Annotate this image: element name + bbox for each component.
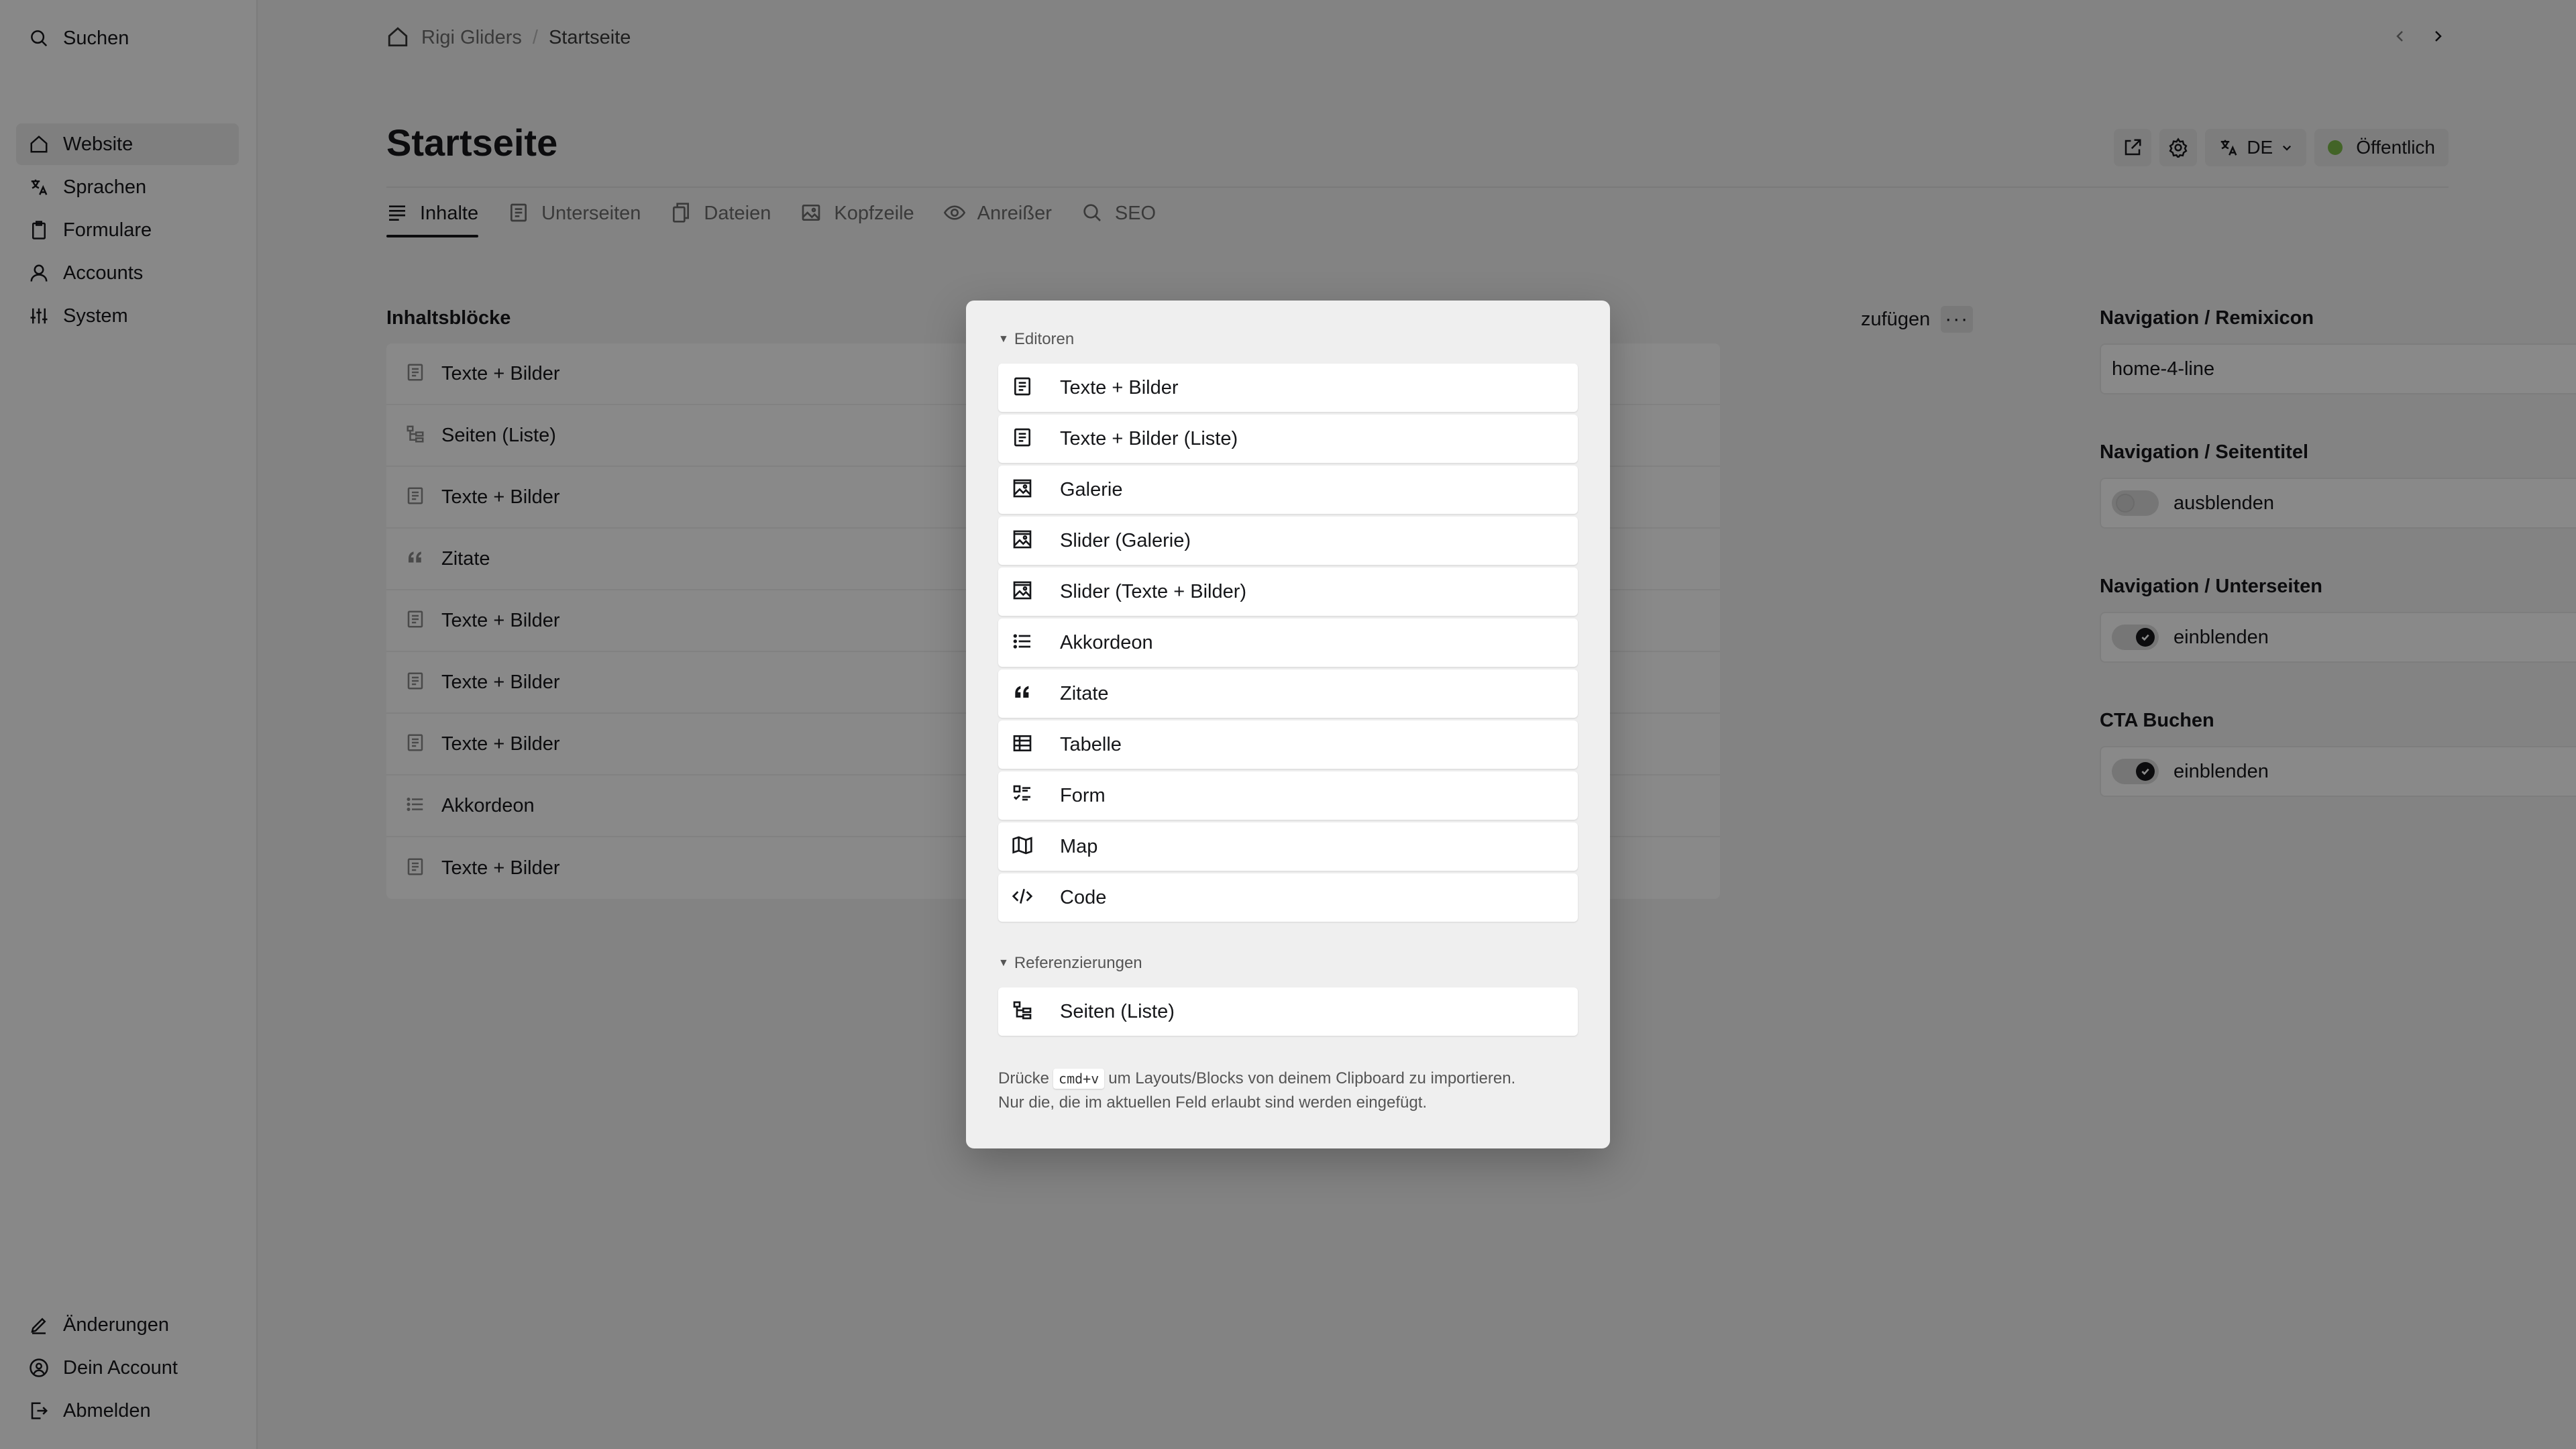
text-block-icon [1012, 427, 1036, 451]
option-code[interactable]: Code [998, 873, 1578, 922]
option-label: Zitate [1060, 682, 1109, 704]
quote-icon [1012, 682, 1036, 706]
option-tabelle[interactable]: Tabelle [998, 720, 1578, 769]
block-selector-dialog: ▼ Editoren Texte + Bilder Texte + Bilder… [966, 301, 1610, 1148]
option-label: Slider (Texte + Bilder) [1060, 580, 1247, 602]
option-label: Akkordeon [1060, 631, 1153, 653]
group-editoren[interactable]: ▼ Editoren [998, 330, 1074, 349]
code-icon [1012, 885, 1036, 910]
group-referenzierungen[interactable]: ▼ Referenzierungen [998, 954, 1142, 973]
option-texte-bilder[interactable]: Texte + Bilder [998, 364, 1578, 412]
option-label: Texte + Bilder (Liste) [1060, 427, 1238, 449]
option-map[interactable]: Map [998, 822, 1578, 871]
option-label: Texte + Bilder [1060, 376, 1179, 398]
hint-suffix: um Layouts/Blocks von deinem Clipboard z… [1108, 1069, 1516, 1087]
caret-down-icon: ▼ [998, 333, 1009, 345]
gallery-icon [1012, 580, 1036, 604]
option-label: Slider (Galerie) [1060, 529, 1191, 551]
option-texte-bilder-liste[interactable]: Texte + Bilder (Liste) [998, 415, 1578, 463]
gallery-icon [1012, 529, 1036, 553]
option-zitate[interactable]: Zitate [998, 669, 1578, 718]
option-label: Seiten (Liste) [1060, 1000, 1175, 1022]
hint-line2: Nur die, die im aktuellen Feld erlaubt s… [998, 1093, 1428, 1112]
option-akkordeon[interactable]: Akkordeon [998, 619, 1578, 667]
option-form[interactable]: Form [998, 771, 1578, 820]
option-label: Galerie [1060, 478, 1123, 500]
option-label: Form [1060, 784, 1106, 806]
option-slider-texte-bilder[interactable]: Slider (Texte + Bilder) [998, 568, 1578, 616]
list-icon [1012, 631, 1036, 655]
gallery-icon [1012, 478, 1036, 502]
option-slider-galerie[interactable]: Slider (Galerie) [998, 517, 1578, 565]
option-galerie[interactable]: Galerie [998, 466, 1578, 514]
table-icon [1012, 733, 1036, 757]
hint-prefix: Drücke [998, 1069, 1050, 1087]
map-icon [1012, 835, 1036, 859]
shortcut-key: cmd+v [1053, 1069, 1105, 1089]
group-title-label: Editoren [1014, 330, 1075, 348]
option-label: Code [1060, 886, 1107, 908]
tree-icon [1012, 1000, 1036, 1024]
form-icon [1012, 784, 1036, 808]
group-title-label: Referenzierungen [1014, 954, 1142, 972]
option-seiten-liste[interactable]: Seiten (Liste) [998, 987, 1578, 1036]
option-label: Map [1060, 835, 1098, 857]
clipboard-hint: Drücke cmd+v um Layouts/Blocks von deinem … [998, 1067, 1589, 1115]
text-block-icon [1012, 376, 1036, 400]
caret-down-icon: ▼ [998, 957, 1009, 969]
option-label: Tabelle [1060, 733, 1122, 755]
